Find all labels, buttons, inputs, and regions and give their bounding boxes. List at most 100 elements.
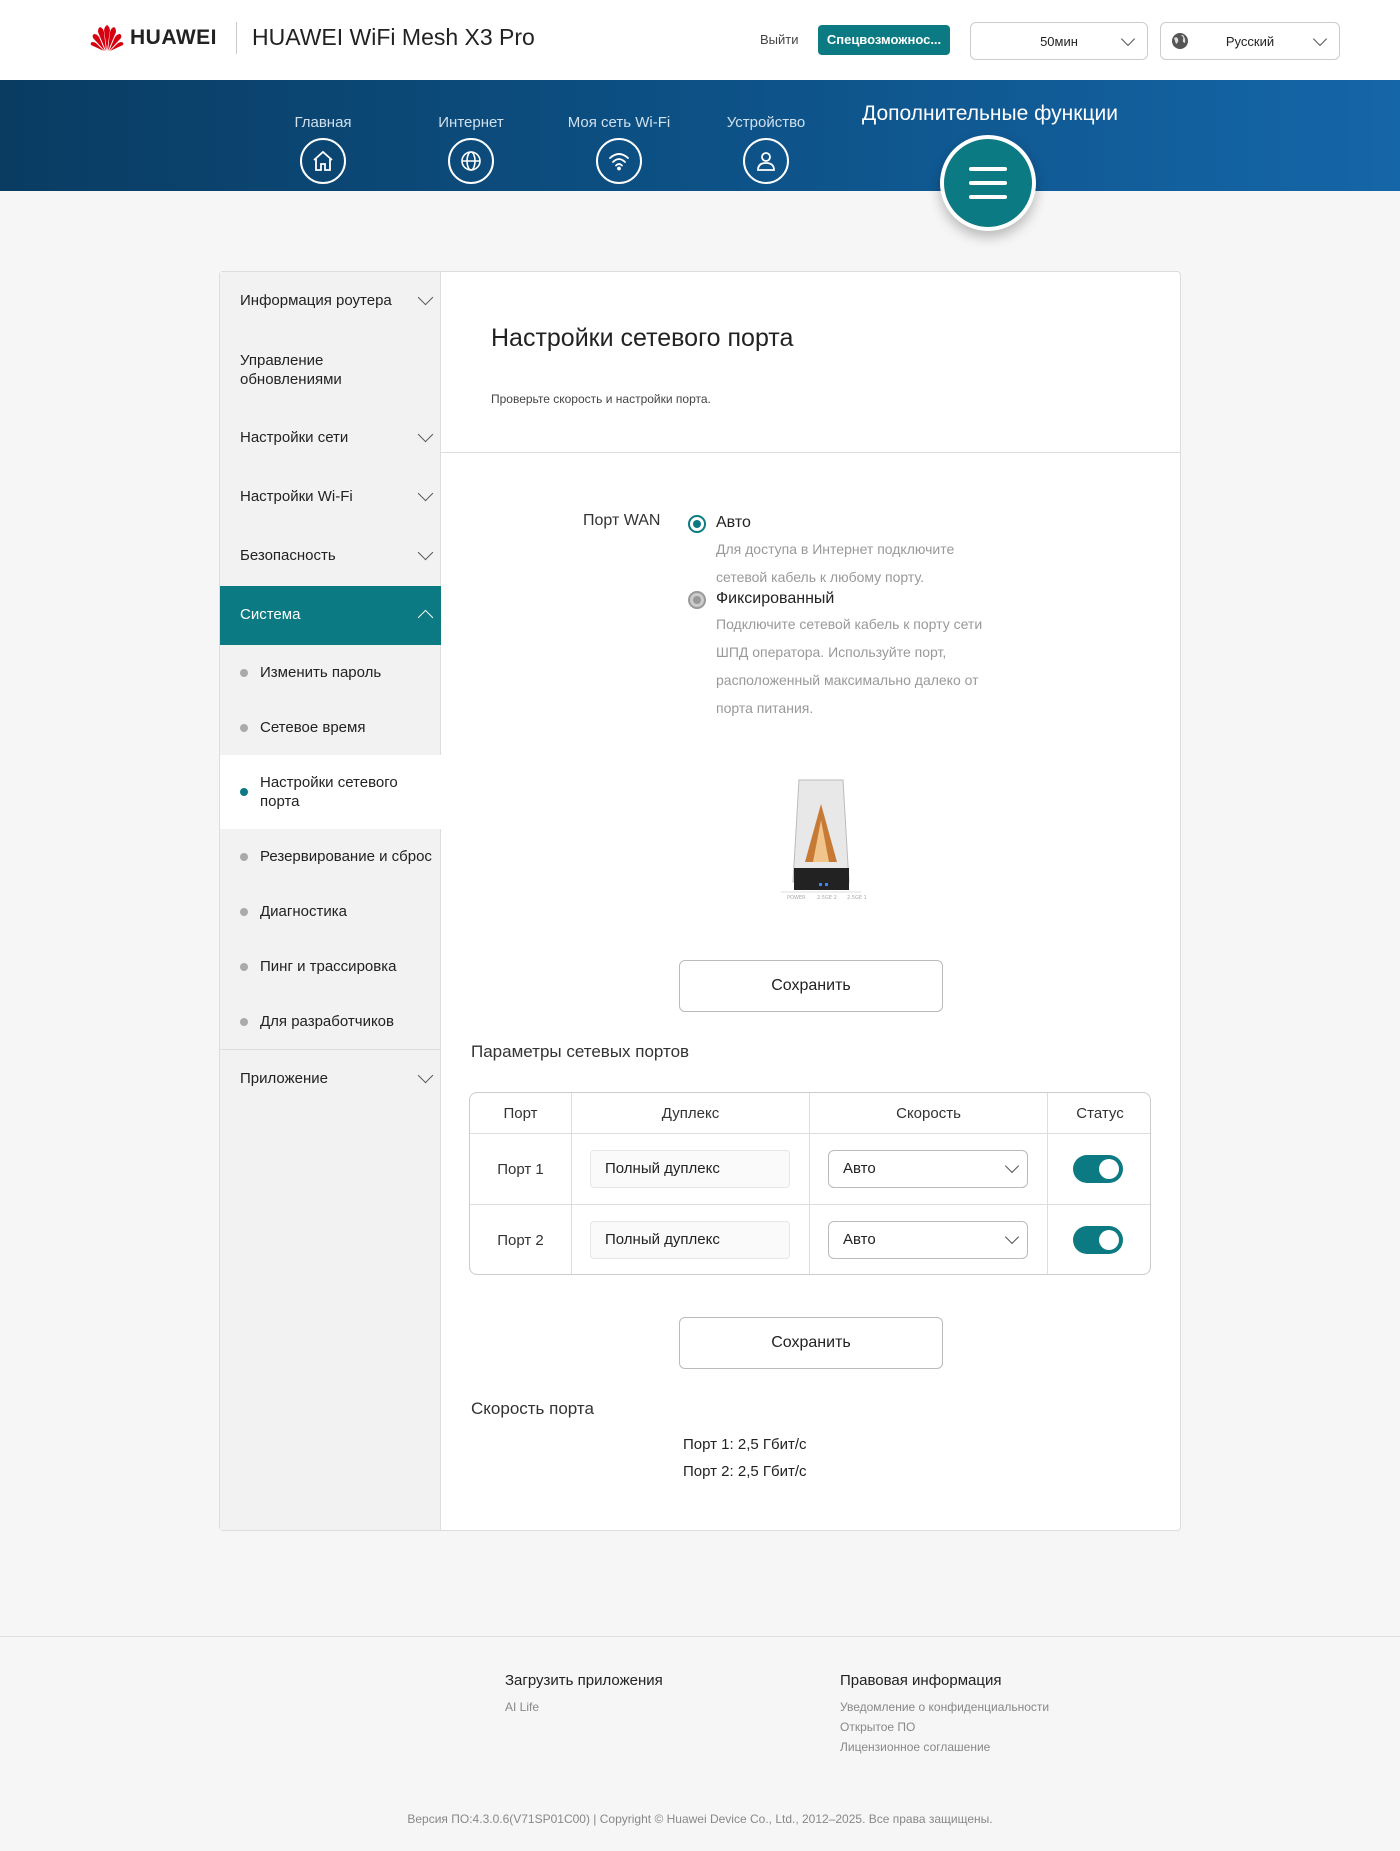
device-port-label: POWER	[787, 895, 806, 901]
sidebar-subitem-diagnostics[interactable]: Диагностика	[220, 884, 441, 939]
timeout-value: 50мин	[1040, 34, 1078, 49]
wifi-icon	[596, 138, 642, 184]
nav-wifi-label: Моя сеть Wi-Fi	[567, 114, 671, 131]
sidebar-subitem-time[interactable]: Сетевое время	[220, 700, 441, 755]
port-status-toggle[interactable]	[1073, 1226, 1123, 1254]
product-name: HUAWEI WiFi Mesh X3 Pro	[252, 24, 535, 50]
wan-port-label: Порт WAN	[583, 512, 661, 529]
speed-value: Авто	[843, 1160, 876, 1177]
chevron-down-icon	[1004, 1229, 1020, 1245]
table-header: Статус	[1048, 1093, 1150, 1134]
speed-value: Авто	[843, 1231, 876, 1248]
settings-card: Информация роутера Управление обновления…	[219, 271, 1181, 1531]
main-navigation: Главная Интернет Моя сеть Wi-Fi Устройст…	[0, 80, 1400, 191]
header-divider	[236, 22, 237, 54]
nav-internet-label: Интернет	[438, 114, 504, 131]
table-header: Скорость	[810, 1093, 1048, 1134]
wan-fixed-title: Фиксированный	[716, 590, 835, 607]
sidebar-item-wifi[interactable]: Настройки Wi-Fi	[220, 468, 441, 527]
wan-auto-description: Для доступа в Интернет подключите сетево…	[716, 541, 955, 585]
chevron-down-icon	[417, 289, 434, 306]
footer-link-open-source[interactable]: Открытое ПО	[840, 1720, 915, 1734]
bullet-dot	[240, 1018, 248, 1026]
sidebar-item-system[interactable]: Система	[220, 586, 441, 645]
sidebar-subitem-password[interactable]: Изменить пароль	[220, 645, 441, 700]
header-divider	[441, 452, 1180, 453]
sidebar-subitem-label: Резервирование и сброс	[260, 848, 432, 865]
user-icon	[743, 138, 789, 184]
bullet-dot	[240, 724, 248, 732]
port-speed-value: 2,5 Гбит/с	[737, 1436, 807, 1453]
sidebar-item-label: Система	[240, 606, 301, 623]
port-params-title: Параметры сетевых портов	[471, 1042, 690, 1061]
table-header: Порт	[470, 1093, 572, 1134]
nav-devices-label: Устройство	[726, 114, 806, 131]
sidebar-subitem-label: Изменить пароль	[260, 664, 382, 681]
save-ports-button[interactable]: Сохранить	[679, 1317, 943, 1369]
sidebar-item-router-info[interactable]: Информация роутера	[220, 272, 441, 331]
footer-link-ai-life[interactable]: AI Life	[505, 1700, 539, 1714]
footer-link-privacy[interactable]: Уведомление о конфиденциальности	[840, 1700, 1049, 1714]
speed-select[interactable]: Авто	[828, 1221, 1028, 1259]
nav-home[interactable]: Главная	[263, 114, 383, 184]
sidebar-item-label: Приложение	[240, 1070, 328, 1087]
nav-internet[interactable]: Интернет	[411, 114, 531, 184]
sidebar-item-network[interactable]: Настройки сети	[220, 409, 441, 468]
language-select[interactable]: Русский	[1160, 22, 1340, 60]
nav-advanced-label[interactable]: Дополнительные функции	[845, 102, 1135, 126]
huawei-logo[interactable]: HUAWEI	[90, 24, 217, 52]
sidebar-subitem-label: Диагностика	[260, 903, 347, 920]
port-cell: Порт 2	[470, 1205, 572, 1274]
sidebar-subitem-ping[interactable]: Пинг и трассировка	[220, 939, 441, 994]
huawei-flower-icon	[90, 25, 124, 51]
chevron-down-icon	[417, 544, 434, 561]
save-wan-button[interactable]: Сохранить	[679, 960, 943, 1012]
sidebar-subitem-label: Для разработчиков	[260, 1013, 394, 1030]
accessibility-button[interactable]: Спецвозможнос...	[818, 25, 950, 55]
sidebar-subitem-label: Пинг и трассировка	[260, 958, 397, 975]
nav-home-label: Главная	[294, 114, 352, 131]
nav-devices[interactable]: Устройство	[706, 114, 826, 184]
port-speed-row: Порт 2: 2,5 Гбит/с	[683, 1463, 807, 1480]
brand-name: HUAWEI	[130, 26, 217, 49]
sidebar-subitem-developers[interactable]: Для разработчиков	[220, 994, 441, 1049]
router-device-image: POWER 2.5GE 2 2.5GE 1	[761, 772, 881, 912]
menu-icon[interactable]	[940, 135, 1036, 231]
nav-wifi[interactable]: Моя сеть Wi-Fi	[559, 114, 679, 184]
bullet-dot	[240, 788, 248, 796]
speed-cell: Авто	[810, 1205, 1048, 1274]
sidebar-item-apps[interactable]: Приложение	[220, 1050, 441, 1109]
port-speed-label: Порт 2:	[683, 1463, 734, 1480]
sidebar-subitem-backup[interactable]: Резервирование и сброс	[220, 829, 441, 884]
device-port-label: 2.5GE 2	[817, 895, 837, 901]
port-speed-row: Порт 1: 2,5 Гбит/с	[683, 1436, 807, 1453]
sidebar-subitem-label: Сетевое время	[260, 719, 366, 736]
sidebar: Информация роутера Управление обновления…	[220, 272, 441, 1530]
wan-fixed-radio[interactable]	[688, 591, 706, 609]
port-status-toggle[interactable]	[1073, 1155, 1123, 1183]
sidebar-item-label: Информация роутера	[240, 292, 392, 309]
wan-auto-radio[interactable]	[688, 515, 706, 533]
footer-divider	[0, 1636, 1400, 1637]
bullet-dot	[240, 853, 248, 861]
sidebar-item-updates[interactable]: Управление обновлениями	[220, 331, 441, 409]
sidebar-subitem-port[interactable]: Настройки сетевого порта	[220, 755, 441, 829]
language-value: Русский	[1225, 34, 1275, 49]
footer-link-license[interactable]: Лицензионное соглашение	[840, 1740, 990, 1754]
session-timeout-select[interactable]: 50мин	[970, 22, 1148, 60]
status-cell	[1048, 1134, 1150, 1205]
duplex-cell: Полный дуплекс	[572, 1134, 810, 1205]
sidebar-subitem-label: Настройки сетевого порта	[260, 774, 398, 810]
port-speed-value: 2,5 Гбит/с	[737, 1463, 807, 1480]
sidebar-item-security[interactable]: Безопасность	[220, 527, 441, 586]
speed-select[interactable]: Авто	[828, 1150, 1028, 1188]
chevron-down-icon	[417, 1067, 434, 1084]
chevron-up-icon	[417, 609, 434, 626]
table-header: Дуплекс	[572, 1093, 810, 1134]
wan-auto-title: Авто	[716, 514, 751, 531]
speed-cell: Авто	[810, 1134, 1048, 1205]
footer-apps-title: Загрузить приложения	[505, 1672, 663, 1689]
status-cell	[1048, 1205, 1150, 1274]
main-content: Настройки сетевого порта Проверьте скоро…	[441, 272, 1180, 1530]
logout-link[interactable]: Выйти	[760, 32, 799, 47]
